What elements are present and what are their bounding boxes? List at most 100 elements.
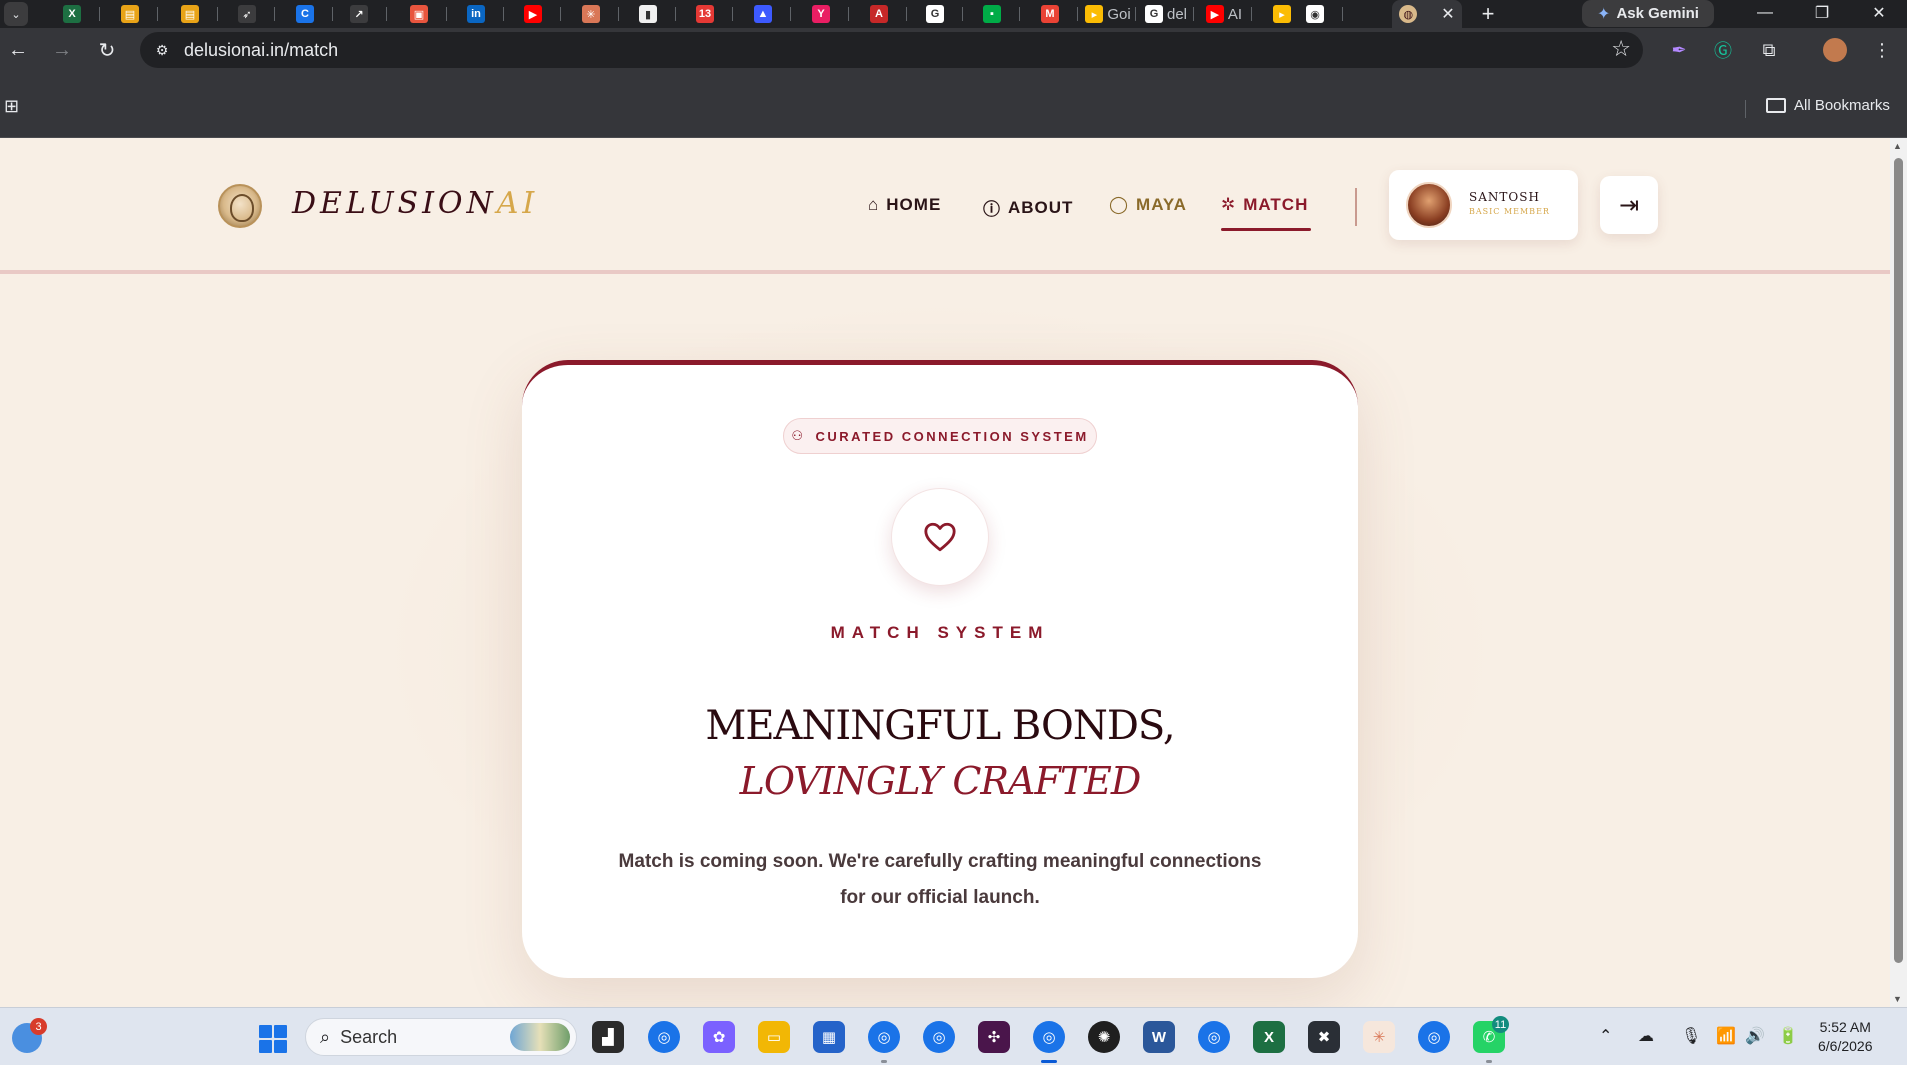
browser-tab[interactable]: ▮	[620, 0, 676, 28]
user-profile-card[interactable]: SANTOSH BASIC MEMBER	[1389, 170, 1578, 240]
browser-tab[interactable]: 13	[677, 0, 733, 28]
chatgpt-icon[interactable]: ✺	[1088, 1021, 1120, 1053]
tab-separator	[560, 7, 561, 21]
chrome-profile-icon[interactable]: ◎	[1198, 1021, 1230, 1053]
tab-separator	[962, 7, 963, 21]
claude-icon[interactable]: ✳	[1363, 1021, 1395, 1053]
chrome-icon[interactable]: ◎	[648, 1021, 680, 1053]
copilot-icon[interactable]: ✿	[703, 1021, 735, 1053]
nav-home[interactable]: ⌂ HOME	[868, 195, 941, 215]
browser-tab[interactable]: ▣	[391, 0, 447, 28]
tab-separator	[675, 7, 676, 21]
logout-button[interactable]: ⇥	[1600, 176, 1658, 234]
bookmark-star-icon[interactable]: ☆	[1611, 36, 1631, 62]
curated-pill: ⚇ CURATED CONNECTION SYSTEM	[783, 418, 1097, 454]
tab-search-button[interactable]: ⌄	[4, 2, 28, 26]
browser-tab[interactable]: ➶	[219, 0, 275, 28]
nav-about[interactable]: ⓘ ABOUT	[983, 195, 1073, 220]
address-bar[interactable]: ⚙ delusionai.in/match ☆	[140, 32, 1643, 68]
browser-tab[interactable]: ▶	[505, 0, 561, 28]
url-text[interactable]: delusionai.in/match	[184, 40, 338, 61]
browser-tab[interactable]: ▪	[964, 0, 1020, 28]
perplexity-icon[interactable]: ✖	[1308, 1021, 1340, 1053]
extensions-icon[interactable]: ⧉	[1755, 36, 1783, 64]
pen-extension-icon[interactable]: ✒	[1665, 36, 1693, 64]
pill-label: CURATED CONNECTION SYSTEM	[815, 428, 1089, 444]
close-tab-icon[interactable]: ✕	[1441, 4, 1454, 24]
close-window-button[interactable]: ✕	[1851, 0, 1907, 26]
nav-match-label: MATCH	[1243, 195, 1309, 214]
windows-taskbar: 3 ⌕ Search ▟ ◎ ✿ ▭ ▦ ◎ ◎ ✣ ◎ ✺ W ◎ X ✖ ✳…	[0, 1007, 1907, 1065]
browser-tab[interactable]: ▲	[735, 0, 791, 28]
browser-tab[interactable]: Gdel	[1138, 0, 1194, 28]
nav-match[interactable]: ✲ MATCH	[1221, 195, 1308, 215]
taskbar-search[interactable]: ⌕ Search	[305, 1018, 577, 1056]
description: Match is coming soon. We're carefully cr…	[618, 851, 1262, 908]
file-explorer-icon[interactable]: ▭	[758, 1021, 790, 1053]
browser-tab[interactable]: ✳	[563, 0, 619, 28]
scroll-down-icon[interactable]: ▼	[1893, 994, 1902, 1004]
restore-button[interactable]: ❐	[1794, 0, 1850, 26]
show-hidden-icons[interactable]: ⌃	[1599, 1026, 1612, 1046]
apps-grid-icon[interactable]: ⊞	[4, 96, 19, 117]
slack-icon[interactable]: ✣	[978, 1021, 1010, 1053]
tab-title: Goi	[1107, 5, 1131, 23]
microphone-icon[interactable]: 🎙	[1681, 1026, 1701, 1046]
browser-tab[interactable]: ▤	[102, 0, 158, 28]
scrollbar-thumb[interactable]	[1894, 158, 1903, 963]
brand-name[interactable]: DELUSIONAI	[292, 186, 538, 221]
minimize-button[interactable]: —	[1737, 0, 1793, 26]
browser-tab[interactable]: ◉	[1287, 0, 1343, 28]
browser-tab[interactable]: M	[1022, 0, 1078, 28]
site-info-icon[interactable]: ⚙	[150, 38, 174, 62]
browser-tab[interactable]: X	[44, 0, 100, 28]
start-button[interactable]	[259, 1025, 287, 1053]
store-icon[interactable]: ▦	[813, 1021, 845, 1053]
all-bookmarks-button[interactable]: All Bookmarks	[1766, 97, 1890, 114]
browser-toolbar: ← → ↻ ⚙ delusionai.in/match ☆ ✒ Ⓖ ⧉ ⋮	[0, 28, 1907, 72]
browser-tab[interactable]: ▸ Goi	[1080, 0, 1136, 28]
forward-button[interactable]: →	[46, 34, 78, 66]
browser-tab[interactable]: C	[277, 0, 333, 28]
chrome-profile-icon[interactable]: ◎	[868, 1021, 900, 1053]
scroll-up-icon[interactable]: ▲	[1893, 141, 1902, 151]
nav-maya-label: MAYA	[1136, 195, 1187, 214]
chrome-profile-icon[interactable]: ◎	[923, 1021, 955, 1053]
nav-maya[interactable]: ◯ MAYA	[1109, 195, 1187, 215]
running-indicator	[1486, 1060, 1492, 1063]
battery-icon[interactable]: 🔋	[1778, 1026, 1798, 1046]
ask-gemini-label: Ask Gemini	[1616, 5, 1699, 22]
onedrive-icon[interactable]: ☁	[1638, 1026, 1654, 1046]
browser-tab[interactable]: in	[448, 0, 504, 28]
task-view-icon[interactable]: ▟	[592, 1021, 624, 1053]
clock[interactable]: 5:52 AM 6/6/2026	[1818, 1018, 1873, 1056]
ask-gemini-button[interactable]: ✦ Ask Gemini	[1582, 0, 1714, 27]
browser-tab[interactable]: A	[851, 0, 907, 28]
menu-icon[interactable]: ⋮	[1868, 36, 1896, 64]
brand-logo[interactable]	[218, 184, 262, 228]
browser-tab[interactable]: G	[907, 0, 963, 28]
active-tab[interactable]: ◍ ✕	[1392, 0, 1462, 28]
back-button[interactable]: ←	[2, 34, 34, 66]
delusionai-favicon: ◍	[1399, 5, 1418, 23]
user-avatar	[1406, 182, 1452, 228]
profile-avatar[interactable]	[1823, 38, 1847, 62]
triangle-icon: ▲	[754, 5, 772, 23]
linkedin-icon: in	[467, 5, 485, 23]
chrome-profile-icon[interactable]: ◎	[1418, 1021, 1450, 1053]
grammarly-icon[interactable]: Ⓖ	[1709, 36, 1737, 64]
page-scrollbar[interactable]: ▲ ▼	[1890, 138, 1907, 1007]
browser-tab[interactable]: ▶ AI	[1196, 0, 1252, 28]
browser-tab[interactable]: ▤	[162, 0, 218, 28]
chrome-active-icon[interactable]: ◎	[1033, 1021, 1065, 1053]
new-tab-button[interactable]: +	[1476, 0, 1500, 28]
browser-tab[interactable]: ↗	[331, 0, 387, 28]
reload-button[interactable]: ↻	[91, 34, 123, 66]
google-icon: G	[926, 5, 944, 23]
bookmarks-bar: ⊞ All Bookmarks	[0, 72, 1907, 138]
browser-tab[interactable]: Y	[793, 0, 849, 28]
excel-icon[interactable]: X	[1253, 1021, 1285, 1053]
word-icon[interactable]: W	[1143, 1021, 1175, 1053]
volume-icon[interactable]: 🔊	[1745, 1026, 1765, 1046]
wifi-icon[interactable]: 📶	[1716, 1026, 1736, 1046]
